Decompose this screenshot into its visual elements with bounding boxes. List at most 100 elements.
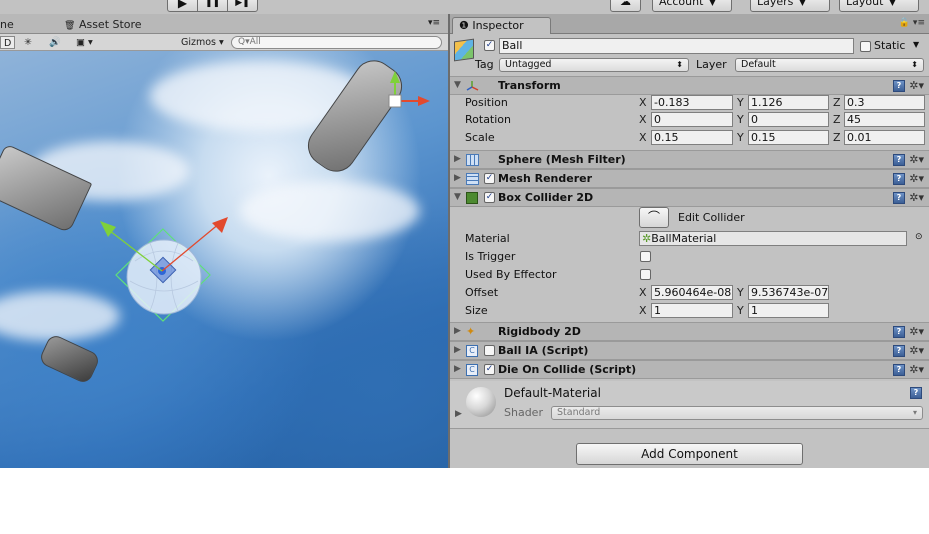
size-y-field[interactable]: 1	[748, 303, 829, 318]
cloud-button[interactable]: ☁	[610, 0, 641, 12]
help-icon[interactable]: ?	[893, 326, 905, 338]
ball-ia-enabled-checkbox[interactable]	[484, 345, 495, 356]
pause-icon: ❚❚	[204, 0, 221, 8]
offset-y-field[interactable]: 9.536743e-07	[748, 285, 829, 300]
gear-icon[interactable]: ✲▾	[909, 325, 924, 338]
rotation-y-field[interactable]: 0	[748, 112, 829, 127]
offset-label: Offset	[465, 286, 499, 299]
tab-inspector-label: Inspector	[472, 19, 524, 32]
component-header-ball-ia-script[interactable]: ▶ C Ball IA (Script) ? ✲▾	[450, 341, 929, 360]
shader-dropdown[interactable]: Standard ▾	[551, 406, 923, 420]
component-header-mesh-renderer[interactable]: ▶ ✓ Mesh Renderer ? ✲▾	[450, 169, 929, 188]
offset-x-field[interactable]: 5.960464e-08	[651, 285, 733, 300]
used-by-effector-label: Used By Effector	[465, 268, 557, 281]
component-header-rigidbody-2d[interactable]: ▶ ✦ Rigidbody 2D ? ✲▾	[450, 322, 929, 341]
static-checkbox[interactable]	[860, 41, 871, 52]
cube-icon	[454, 38, 474, 62]
help-icon[interactable]: ?	[893, 345, 905, 357]
static-dropdown-icon[interactable]: ▼	[913, 40, 919, 49]
y-arrow-icon	[100, 221, 116, 237]
object-name-field[interactable]: Ball	[499, 38, 854, 54]
rotation-z-field[interactable]: 45	[844, 112, 925, 127]
component-header-mesh-filter[interactable]: ▶ Sphere (Mesh Filter) ? ✲▾	[450, 150, 929, 169]
tab-asset-store[interactable]: 🗑 Asset Store	[64, 18, 142, 31]
scale-z-field[interactable]: 0.01	[844, 130, 925, 145]
mesh-filter-icon	[466, 154, 479, 166]
2d-toggle[interactable]: D	[0, 36, 16, 49]
lighting-icon[interactable]: ✳	[24, 36, 32, 49]
gear-icon[interactable]: ✲▾	[909, 79, 924, 92]
tab-scene[interactable]: ne	[0, 18, 14, 31]
inspector-panel: ❶ Inspector 🔒 ▾≡ ✓ Ball Static ▼ Tag Unt…	[450, 14, 929, 468]
die-on-collide-enabled-checkbox[interactable]: ✓	[484, 364, 495, 375]
edit-collider-button[interactable]: ⌒	[639, 207, 669, 228]
y-arrow-icon	[390, 71, 400, 83]
scene-toolbar: D ✳ 🔊 ▣ ▾ Gizmos ▾ Q▾All	[0, 34, 448, 51]
help-icon[interactable]: ?	[893, 154, 905, 166]
foldout-open-icon[interactable]: ▼	[454, 80, 461, 90]
gear-icon[interactable]: ✲▾	[909, 172, 924, 185]
foldout-closed-icon[interactable]: ▶	[455, 409, 462, 419]
add-component-button[interactable]: Add Component	[576, 443, 803, 465]
position-x-field[interactable]: -0.183	[651, 95, 733, 110]
shader-value: Standard	[557, 407, 601, 418]
foldout-open-icon[interactable]: ▼	[454, 192, 461, 202]
position-z-field[interactable]: 0.3	[844, 95, 925, 110]
active-checkbox[interactable]: ✓	[484, 40, 495, 51]
foldout-closed-icon[interactable]: ▶	[454, 326, 461, 336]
is-trigger-row: Is Trigger	[450, 248, 929, 266]
used-by-effector-row: Used By Effector	[450, 266, 929, 284]
tag-value: Untagged	[505, 59, 552, 70]
scale-x-field[interactable]: 0.15	[651, 130, 733, 145]
help-icon[interactable]: ?	[893, 192, 905, 204]
box-collider-enabled-checkbox[interactable]: ✓	[484, 192, 495, 203]
updown-icon: ⬍	[676, 60, 683, 69]
is-trigger-checkbox[interactable]	[640, 251, 651, 262]
object-picker-icon[interactable]: ⊙	[915, 232, 923, 242]
step-button[interactable]: ▶❚	[227, 0, 258, 12]
layout-dropdown[interactable]: Layout ▼	[839, 0, 919, 12]
foldout-closed-icon[interactable]: ▶	[454, 364, 461, 374]
gear-icon[interactable]: ✲▾	[909, 191, 924, 204]
help-icon[interactable]: ?	[893, 173, 905, 185]
component-header-die-on-collide-script[interactable]: ▶ C ✓ Die On Collide (Script) ? ✲▾	[450, 360, 929, 379]
scale-y-field[interactable]: 0.15	[748, 130, 829, 145]
help-icon[interactable]: ?	[893, 80, 905, 92]
foldout-closed-icon[interactable]: ▶	[454, 173, 461, 183]
help-icon[interactable]: ?	[910, 387, 922, 399]
audio-icon[interactable]: 🔊	[49, 36, 61, 49]
play-button[interactable]: ▶	[167, 0, 198, 12]
tab-inspector[interactable]: ❶ Inspector	[452, 17, 551, 34]
lock-menu-icon[interactable]: 🔒 ▾≡	[899, 18, 925, 28]
component-header-box-collider-2d[interactable]: ▼ ✓ Box Collider 2D ? ✲▾	[450, 188, 929, 207]
used-by-effector-checkbox[interactable]	[640, 269, 651, 280]
layers-dropdown[interactable]: Layers ▼	[750, 0, 830, 12]
foldout-closed-icon[interactable]: ▶	[454, 345, 461, 355]
chevron-down-icon: ▾	[912, 408, 917, 417]
gear-icon[interactable]: ✲▾	[909, 344, 924, 357]
mesh-renderer-enabled-checkbox[interactable]: ✓	[484, 173, 495, 184]
gear-icon[interactable]: ✲▾	[909, 153, 924, 166]
rotation-x-field[interactable]: 0	[651, 112, 733, 127]
gizmos-dropdown[interactable]: Gizmos ▾	[181, 36, 224, 49]
layer-dropdown[interactable]: Default ⬍	[735, 58, 924, 72]
scene-search-input[interactable]: Q▾All	[231, 36, 442, 49]
foldout-closed-icon[interactable]: ▶	[454, 154, 461, 164]
panel-menu-icon[interactable]: ▾≡	[428, 18, 440, 28]
help-icon[interactable]: ?	[893, 364, 905, 376]
pause-button[interactable]: ❚❚	[197, 0, 228, 12]
effects-icon[interactable]: ▣ ▾	[76, 36, 93, 49]
x-axis-label: X	[639, 113, 647, 126]
add-component-label: Add Component	[641, 447, 738, 461]
edit-collider-icon: ⌒	[647, 210, 660, 224]
gear-icon[interactable]: ✲▾	[909, 363, 924, 376]
account-dropdown[interactable]: Account ▼	[652, 0, 732, 12]
material-object-field[interactable]: ✲BallMaterial	[639, 231, 907, 246]
size-x-field[interactable]: 1	[651, 303, 733, 318]
position-y-field[interactable]: 1.126	[748, 95, 829, 110]
component-header-transform[interactable]: ▼ Transform ? ✲▾	[450, 76, 929, 95]
tag-dropdown[interactable]: Untagged ⬍	[499, 58, 689, 72]
scene-viewport[interactable]	[0, 51, 448, 468]
y-axis-label: Y	[737, 286, 744, 299]
material-preview: ▶ Default-Material Shader Standard ▾ ?	[450, 381, 929, 429]
